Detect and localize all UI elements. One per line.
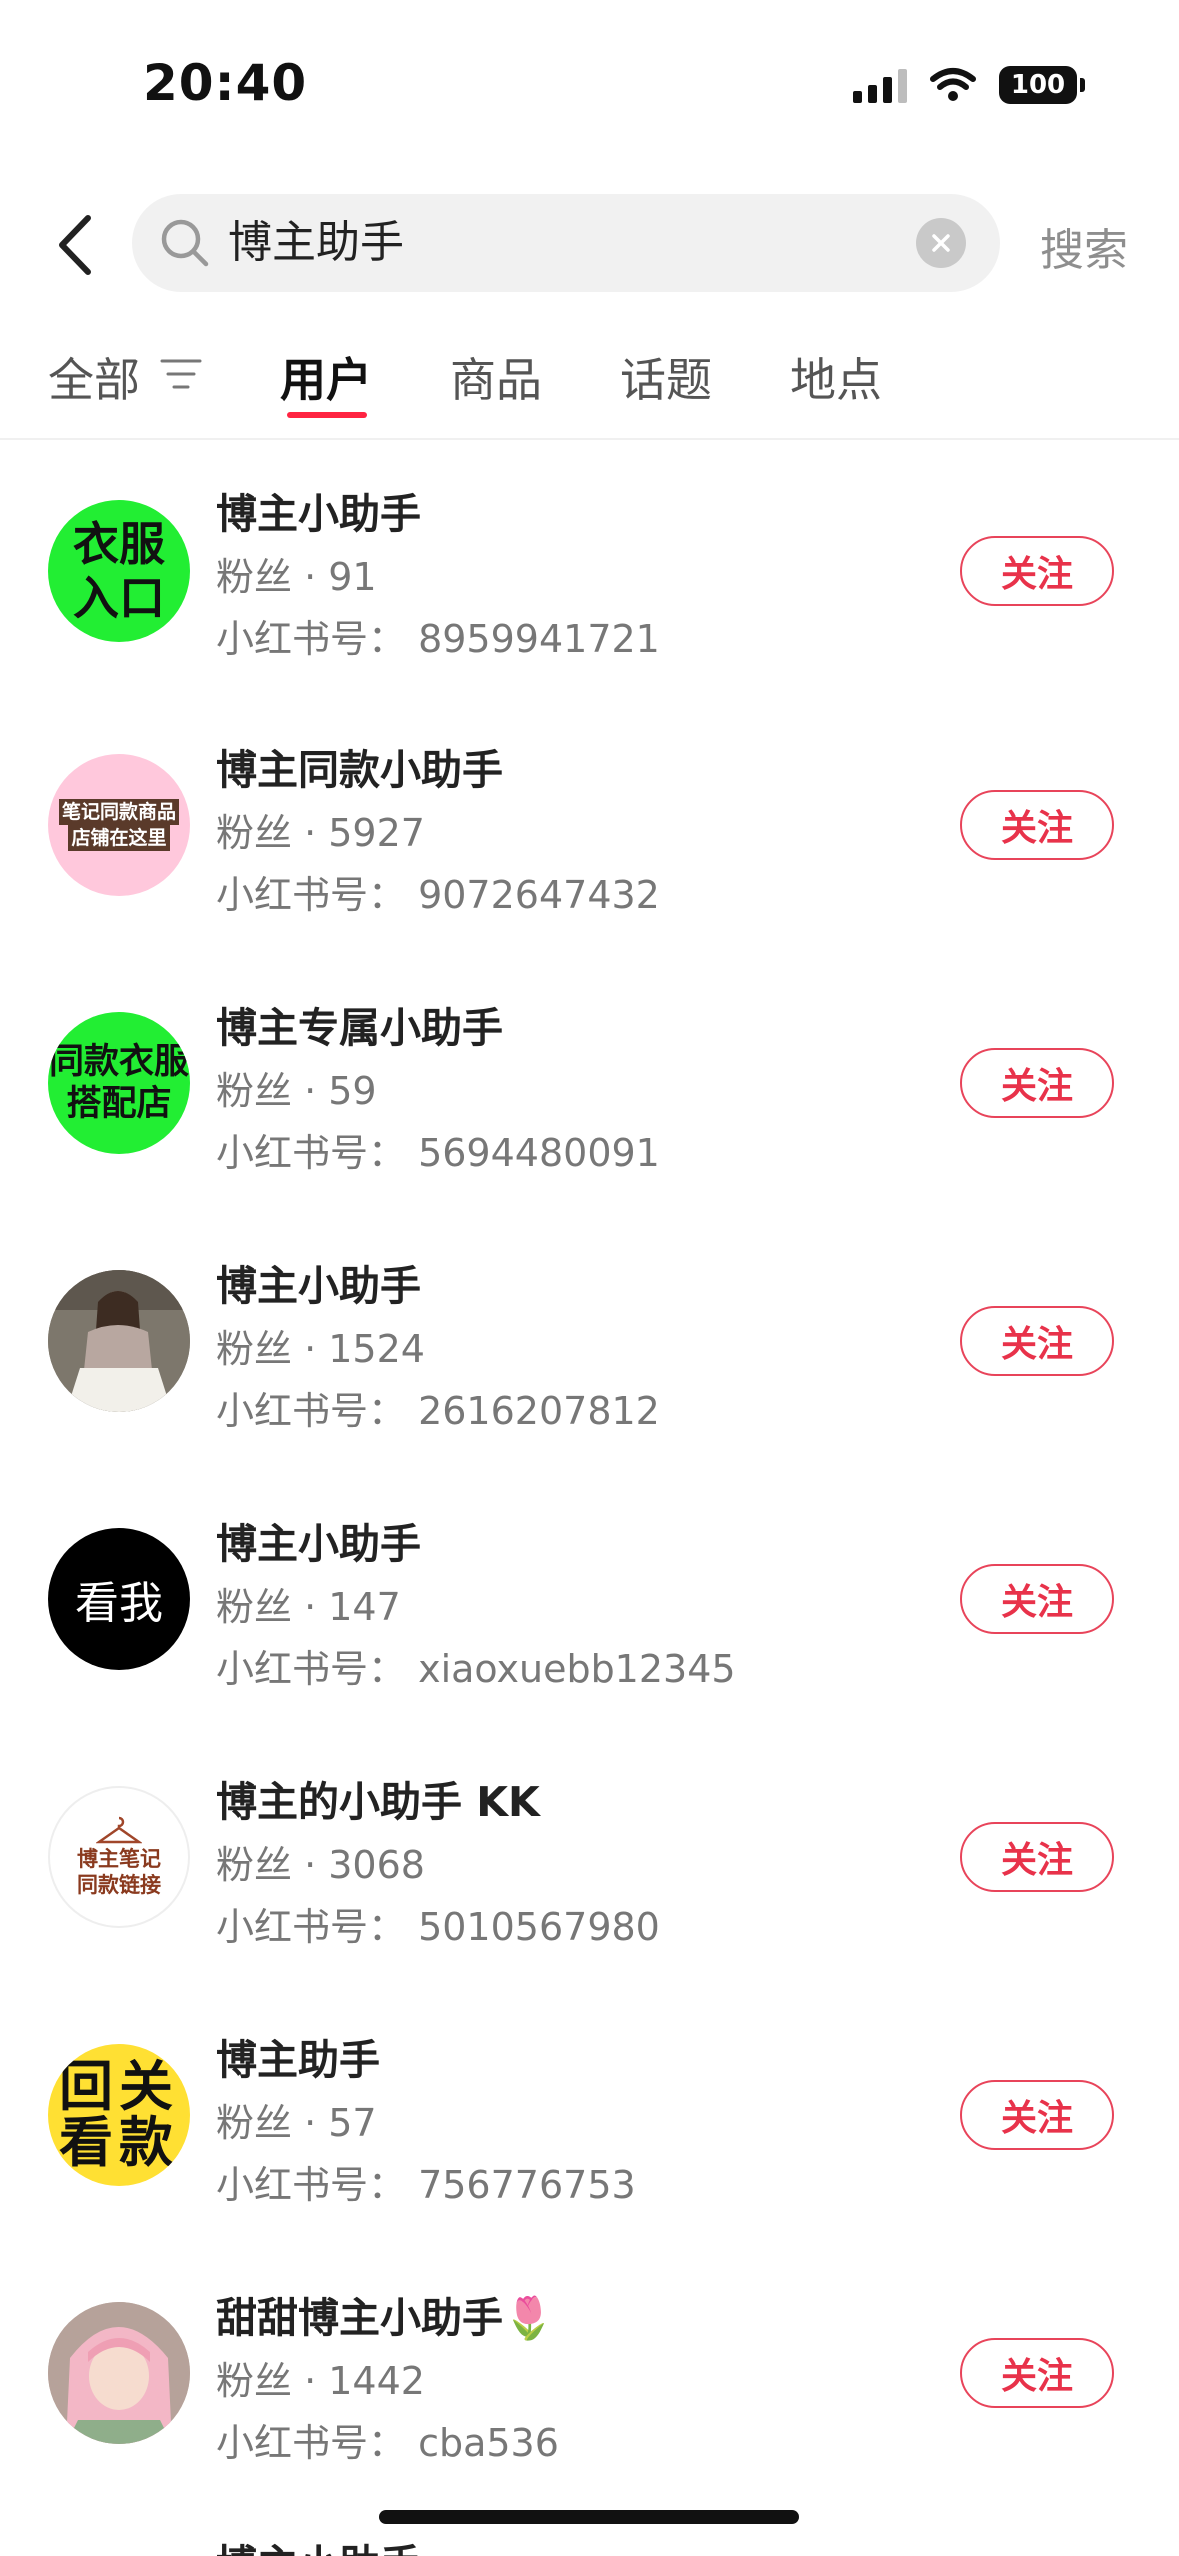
- tab-topics[interactable]: 话题: [620, 344, 712, 410]
- avatar-text: 看我: [75, 1578, 163, 1629]
- avatar-text: 回关: [59, 2055, 179, 2118]
- follow-button[interactable]: 关注: [960, 1564, 1114, 1634]
- user-id: 小红书号： xiaoxuebb12345: [216, 1647, 736, 1691]
- user-row[interactable]: 博主笔记 同款链接 博主的小助手 KK 粉丝 · 3068 小红书号： 5010…: [0, 1730, 1179, 1988]
- back-icon[interactable]: [52, 212, 96, 278]
- avatar-text: 同款衣服: [48, 1042, 189, 1082]
- person-photo-icon: [48, 2302, 190, 2444]
- fans-count: 粉丝 · 1524: [216, 1327, 425, 1371]
- user-id: 小红书号： 5010567980: [216, 1905, 660, 1949]
- avatar-text: 博主笔记: [77, 1847, 161, 1871]
- cellular-signal-icon: [853, 67, 907, 103]
- follow-button[interactable]: 关注: [960, 1822, 1114, 1892]
- clear-search-button[interactable]: [916, 218, 966, 268]
- fans-count: 粉丝 · 57: [216, 2101, 377, 2145]
- avatar-text: 衣服: [73, 517, 165, 571]
- user-name: 博主同款小助手: [216, 746, 503, 794]
- status-icons: 100: [853, 62, 1085, 108]
- user-id: 小红书号： 5694480091: [216, 1131, 660, 1175]
- follow-button[interactable]: 关注: [960, 2338, 1114, 2408]
- user-row[interactable]: 同款衣服 搭配店 博主专属小助手 粉丝 · 59 小红书号： 569448009…: [0, 956, 1179, 1214]
- avatar-text: 看款: [59, 2111, 179, 2174]
- user-row[interactable]: 回关 看款 博主助手 粉丝 · 57 小红书号： 756776753 关注: [0, 1988, 1179, 2246]
- avatar[interactable]: 博主笔记 同款链接: [48, 1786, 190, 1928]
- filter-icon[interactable]: [160, 356, 202, 392]
- user-name: 博主小助手: [216, 1520, 421, 1568]
- search-query: 博主助手: [228, 217, 404, 268]
- tab-all[interactable]: 全部: [48, 344, 140, 410]
- avatar[interactable]: 看我: [48, 1528, 190, 1670]
- user-id: 小红书号： 756776753: [216, 2163, 636, 2207]
- avatar[interactable]: 笔记同款商品 店铺在这里: [48, 754, 190, 896]
- search-input[interactable]: 博主助手: [132, 194, 1000, 292]
- avatar[interactable]: 回关 看款: [48, 2044, 190, 2186]
- tab-places[interactable]: 地点: [790, 344, 882, 410]
- search-button[interactable]: 搜索: [1040, 214, 1128, 278]
- user-row[interactable]: 甜甜博主小助手🌷 粉丝 · 1442 小红书号： cba536 关注: [0, 2246, 1179, 2504]
- user-name: 甜甜博主小助手🌷: [216, 2294, 555, 2342]
- fans-count: 粉丝 · 147: [216, 1585, 401, 1629]
- home-indicator: [379, 2510, 799, 2524]
- user-id: 小红书号： 2616207812: [216, 1389, 660, 1433]
- user-row[interactable]: 衣服 入口 博主小助手 粉丝 · 91 小红书号： 8959941721 关注: [0, 440, 1179, 698]
- avatar[interactable]: 衣服 入口: [48, 500, 190, 642]
- avatar[interactable]: [48, 2302, 190, 2444]
- user-row[interactable]: 看我 博主小助手 粉丝 · 147 小红书号： xiaoxuebb12345 关…: [0, 1472, 1179, 1730]
- fans-count: 粉丝 · 3068: [216, 1843, 425, 1887]
- fans-count: 粉丝 · 1442: [216, 2359, 425, 2403]
- user-name: 博主的小助手 KK: [216, 1778, 540, 1826]
- user-row[interactable]: 博主小助手 粉丝 · 1524 小红书号： 2616207812 关注: [0, 1214, 1179, 1472]
- avatar-text: 同款链接: [77, 1873, 161, 1897]
- user-id: 小红书号： 8959941721: [216, 617, 660, 661]
- close-icon: [932, 234, 950, 252]
- avatar-text: 店铺在这里: [68, 825, 170, 851]
- wifi-icon: [930, 68, 976, 101]
- avatar-text: 搭配店: [66, 1084, 172, 1124]
- avatar[interactable]: [48, 1270, 190, 1412]
- hanger-icon: [96, 1816, 142, 1844]
- user-id: 小红书号： 9072647432: [216, 873, 660, 917]
- follow-button[interactable]: 关注: [960, 1306, 1114, 1376]
- follow-button[interactable]: 关注: [960, 2080, 1114, 2150]
- avatar-text: 笔记同款商品: [58, 799, 179, 825]
- battery-level: 100: [1010, 70, 1066, 100]
- fans-count: 粉丝 · 5927: [216, 811, 425, 855]
- user-name: 博主专属小助手: [216, 1004, 503, 1052]
- user-name: 博主小助手: [216, 1262, 421, 1310]
- avatar[interactable]: 同款衣服 搭配店: [48, 1012, 190, 1154]
- fans-count: 粉丝 · 91: [216, 555, 377, 599]
- partial-user-name: 博主小助手: [216, 2540, 421, 2556]
- tab-products[interactable]: 商品: [450, 344, 542, 410]
- user-name: 博主助手: [216, 2036, 380, 2084]
- fans-count: 粉丝 · 59: [216, 1069, 377, 1113]
- active-tab-indicator: [287, 412, 367, 418]
- user-id: 小红书号： cba536: [216, 2421, 559, 2465]
- search-icon: [161, 219, 209, 267]
- person-photo-icon: [48, 1270, 190, 1412]
- tab-users[interactable]: 用户: [280, 344, 372, 410]
- battery-icon: 100: [999, 66, 1085, 104]
- follow-button[interactable]: 关注: [960, 1048, 1114, 1118]
- follow-button[interactable]: 关注: [960, 536, 1114, 606]
- status-time: 20:40: [143, 54, 308, 112]
- user-row[interactable]: 笔记同款商品 店铺在这里 博主同款小助手 粉丝 · 5927 小红书号： 907…: [0, 698, 1179, 956]
- avatar-text: 入口: [73, 571, 165, 625]
- user-name: 博主小助手: [216, 490, 421, 538]
- follow-button[interactable]: 关注: [960, 790, 1114, 860]
